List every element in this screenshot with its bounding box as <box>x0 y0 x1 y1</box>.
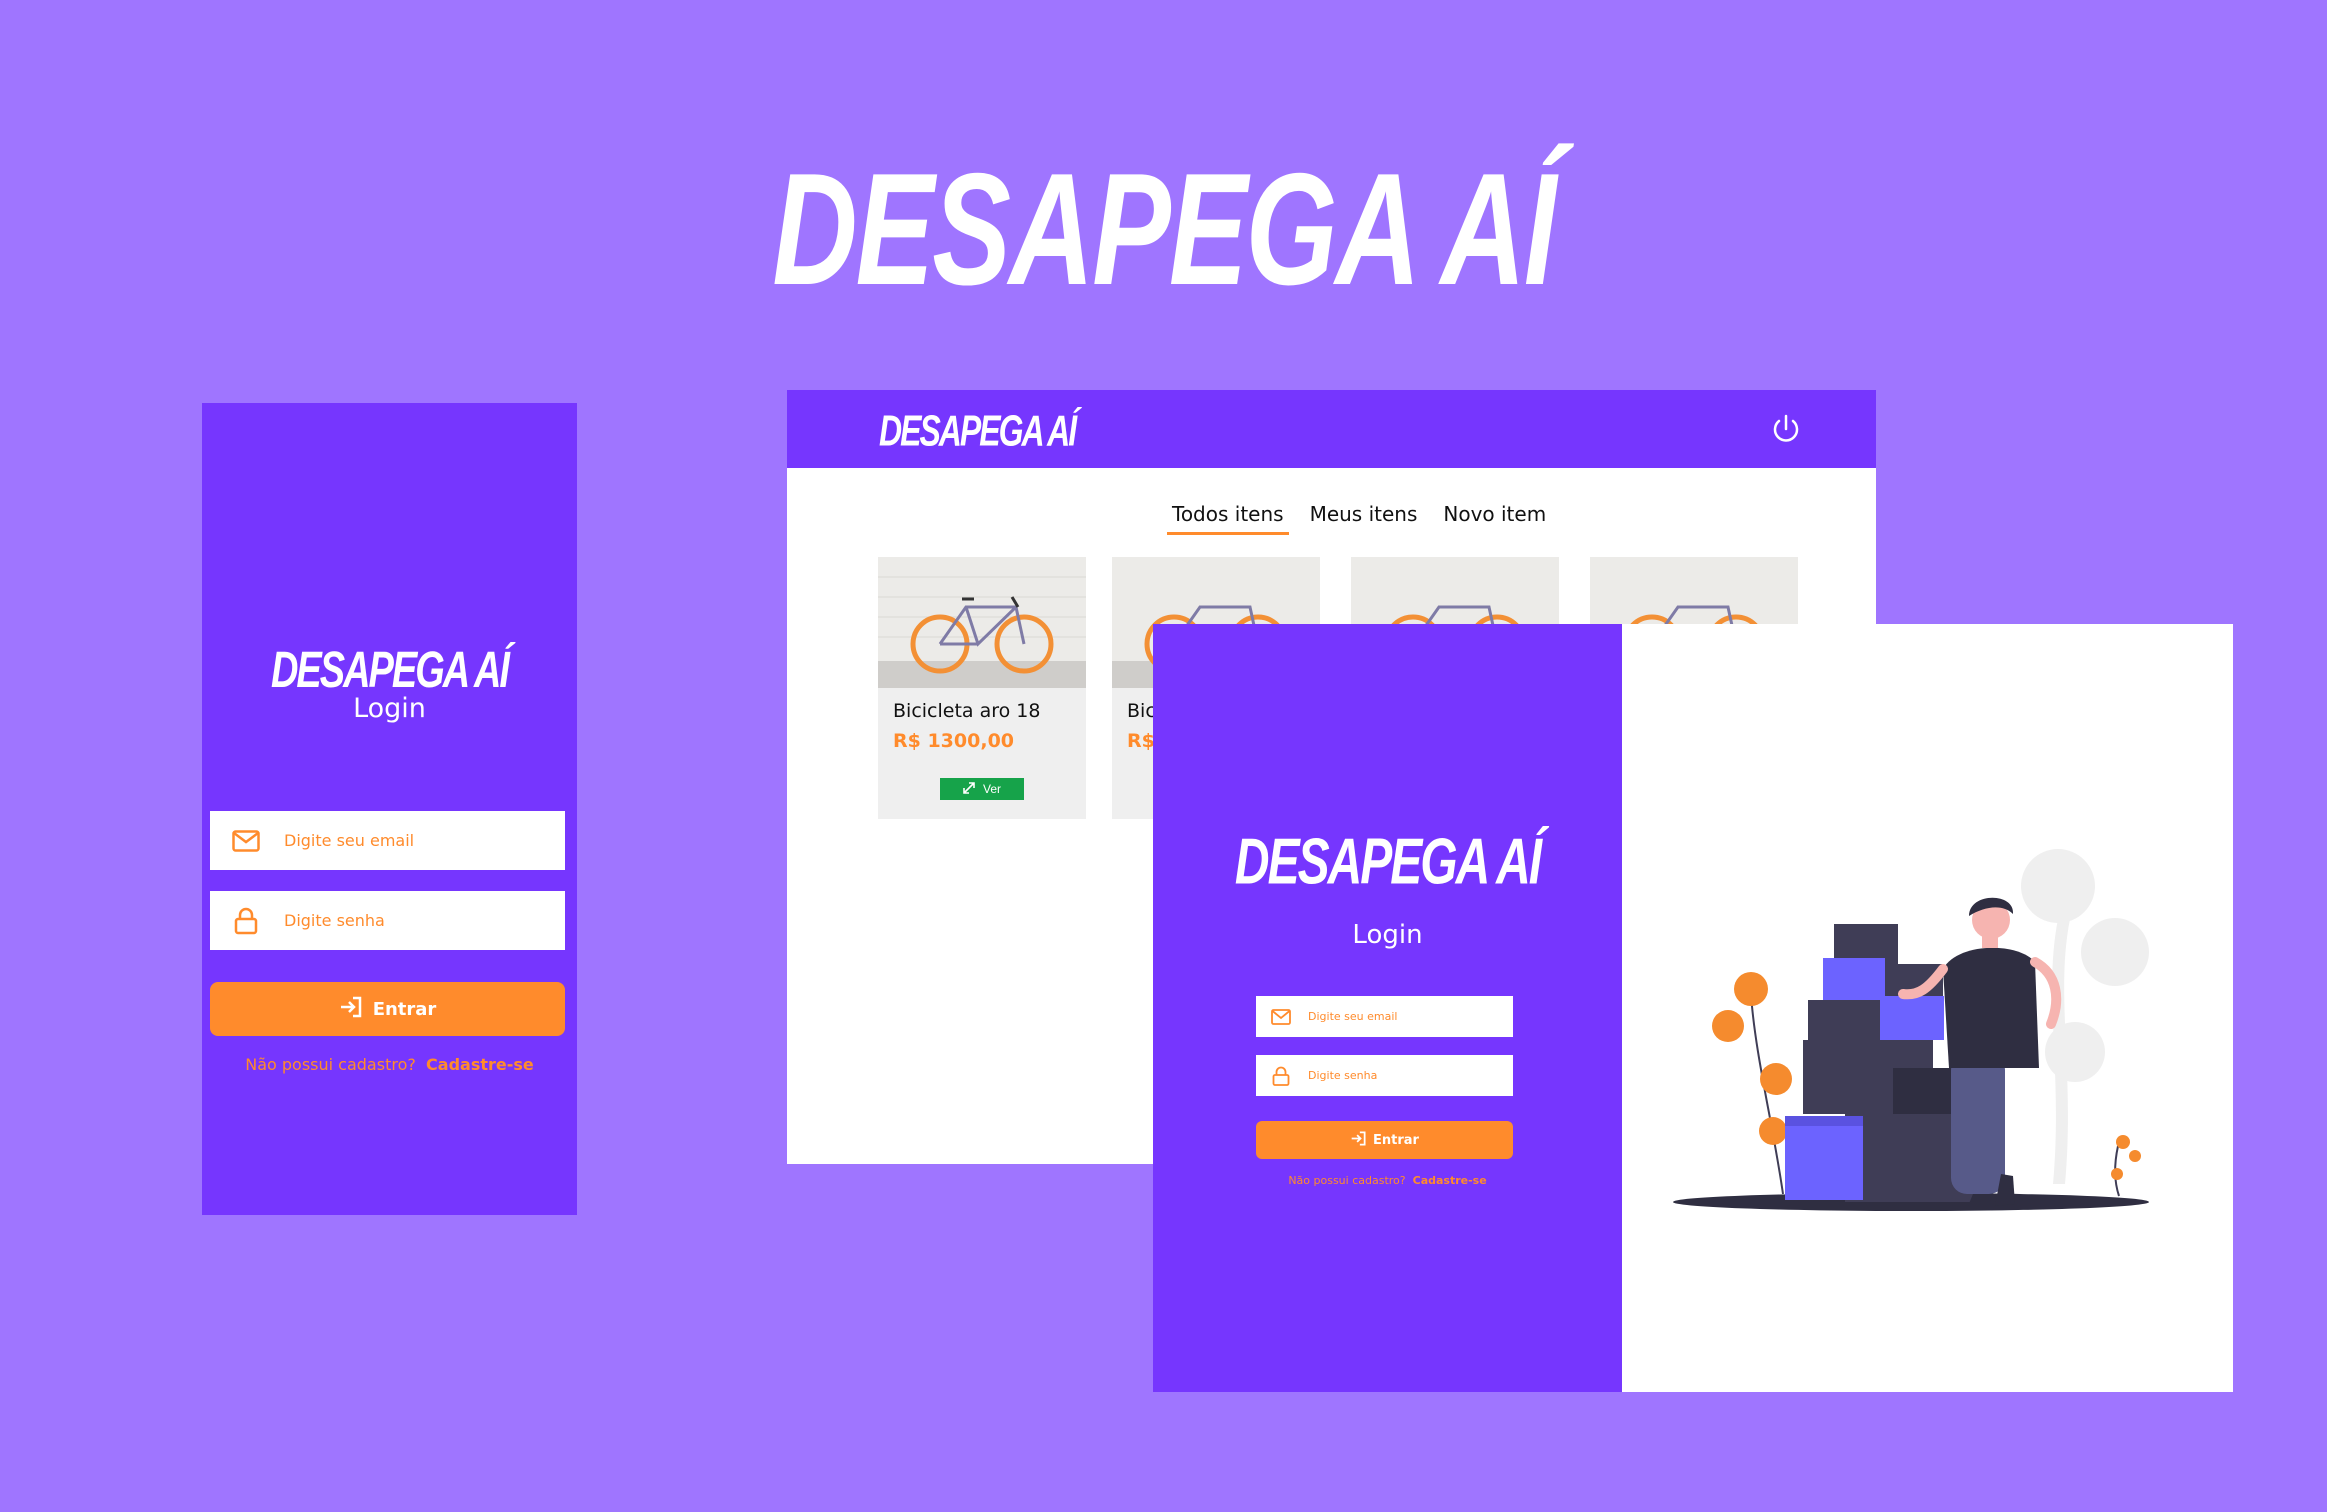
item-title: Bic <box>1127 700 1156 722</box>
items-tabs: Todos itens Meus itens Novo item <box>1167 502 1551 535</box>
item-title: Bicicleta aro 18 <box>893 700 1041 722</box>
items-header: DESAPEGA AÍ <box>787 390 1876 468</box>
mobile-password-field[interactable] <box>210 891 565 950</box>
login-icon <box>1350 1130 1367 1150</box>
power-icon[interactable] <box>1769 412 1803 446</box>
mobile-signup-link[interactable]: Cadastre-se <box>426 1055 534 1074</box>
expand-icon <box>963 781 975 797</box>
mobile-login-title: Login <box>353 693 426 724</box>
lock-icon <box>210 907 282 935</box>
desktop-signup-prompt: Não possui cadastro? <box>1288 1174 1406 1187</box>
mobile-password-input[interactable] <box>282 910 546 931</box>
mobile-email-input[interactable] <box>282 830 546 851</box>
desktop-enter-label: Entrar <box>1373 1132 1419 1148</box>
delivery-illustration <box>1673 824 2173 1244</box>
desktop-email-field[interactable] <box>1256 996 1513 1037</box>
mail-icon <box>210 829 282 852</box>
desktop-login-panel: DESAPEGA AÍ Login Entrar Não possui cada… <box>1153 624 1622 1392</box>
mobile-logo: DESAPEGA AÍ <box>270 642 510 700</box>
hero-title: DESAPEGA AÍ <box>772 140 1556 320</box>
tab-novo-item[interactable]: Novo item <box>1438 502 1551 535</box>
tab-meus-itens[interactable]: Meus itens <box>1305 502 1423 535</box>
mobile-signup-prompt: Não possui cadastro? <box>245 1055 416 1074</box>
desktop-email-input[interactable] <box>1306 1009 1500 1024</box>
items-logo[interactable]: DESAPEGA AÍ <box>879 407 1077 456</box>
mobile-enter-label: Entrar <box>372 998 437 1020</box>
item-price: R$ 1300,00 <box>893 730 1015 752</box>
tab-todos-itens[interactable]: Todos itens <box>1167 502 1289 535</box>
mobile-email-field[interactable] <box>210 811 565 870</box>
mobile-login-screen: DESAPEGA AÍ Login Entrar Não possui cada… <box>202 403 577 1215</box>
mobile-enter-button[interactable]: Entrar <box>210 982 565 1036</box>
desktop-signup-link[interactable]: Cadastre-se <box>1413 1174 1487 1187</box>
mobile-signup-line: Não possui cadastro? Cadastre-se <box>202 1055 577 1074</box>
desktop-logo: DESAPEGA AÍ <box>1234 826 1542 899</box>
desktop-login-title: Login <box>1352 920 1423 950</box>
item-card[interactable]: Bicicleta aro 18 R$ 1300,00 Ver <box>878 557 1086 819</box>
desktop-enter-button[interactable]: Entrar <box>1256 1121 1513 1159</box>
desktop-login-screen: DESAPEGA AÍ Login Entrar Não possui cada… <box>1153 624 2233 1392</box>
item-photo <box>878 557 1086 688</box>
view-item-button[interactable]: Ver <box>940 778 1024 800</box>
desktop-password-input[interactable] <box>1306 1068 1500 1083</box>
item-price: R$ <box>1127 730 1155 752</box>
desktop-signup-line: Não possui cadastro? Cadastre-se <box>1153 1174 1622 1187</box>
login-icon <box>339 996 363 1023</box>
desktop-password-field[interactable] <box>1256 1055 1513 1096</box>
lock-icon <box>1256 1066 1306 1086</box>
mail-icon <box>1256 1008 1306 1025</box>
